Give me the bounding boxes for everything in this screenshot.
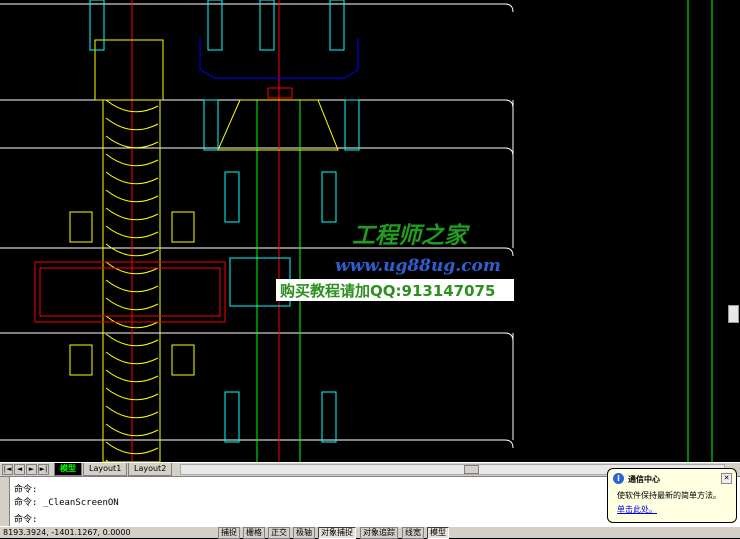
plate-corner [504,247,514,257]
tab-layout1[interactable]: Layout1 [83,463,128,476]
balloon-link[interactable]: 单击此处。 [617,504,657,515]
bearing [171,344,195,376]
nut-outline [34,261,226,323]
plate-corner [504,99,514,109]
plate-corner [504,3,514,13]
first-tab-icon[interactable]: |◄ [2,464,13,475]
balloon-title: 通信中心 [628,475,660,484]
tab-model[interactable]: 模型 [54,463,82,476]
bolt [329,0,345,51]
otrack-toggle[interactable]: 对象追踪 [360,527,398,539]
next-tab-icon[interactable]: ► [26,464,37,475]
bearing [69,211,93,243]
watermark-url: www.ug88ug.com [335,256,501,276]
drawing-canvas[interactable]: 工程师之家 www.ug88ug.com 购买教程请加QQ:913147075 [0,0,740,462]
last-tab-icon[interactable]: ►| [38,464,49,475]
command-line-1: 命令: [14,485,38,495]
watermark-contact: 购买教程请加QQ:913147075 [276,279,514,301]
grid-toggle[interactable]: 栅格 [243,527,265,539]
status-bar: 8193.3924, -1401.1267, 0.0000 捕捉 栅格 正交 极… [0,526,740,539]
prev-tab-icon[interactable]: ◄ [14,464,25,475]
polar-toggle[interactable]: 极轴 [293,527,315,539]
vertical-scrollbar[interactable] [726,0,740,462]
bolt [224,391,240,443]
bolt [344,99,360,151]
close-icon[interactable]: ✕ [721,473,732,484]
bearing [171,211,195,243]
plate-corner [504,147,514,157]
command-prompt[interactable]: 命令: [14,512,37,525]
info-icon: i [613,473,624,484]
bolt [259,0,275,51]
screw-head [94,39,164,101]
lineweight-toggle[interactable]: 线宽 [402,527,424,539]
bolt [203,99,219,151]
watermark-title: 工程师之家 [352,222,467,249]
communication-center-balloon[interactable]: i 通信中心 ✕ 使软件保持最新的简单方法。 单击此处。 [607,468,737,523]
vertical-scroll-thumb[interactable] [728,305,739,323]
bolt [321,391,337,443]
plate-corner [504,332,514,342]
bolt [224,171,240,223]
bolt [207,0,223,51]
balloon-message: 使软件保持最新的简单方法。 [617,491,721,500]
coordinate-readout: 8193.3924, -1401.1267, 0.0000 [3,528,131,537]
cone [217,99,339,151]
snap-toggle[interactable]: 捕捉 [218,527,240,539]
tab-layout2[interactable]: Layout2 [128,463,173,476]
osnap-toggle[interactable]: 对象捕捉 [318,527,356,539]
command-window-grip[interactable] [0,477,10,527]
bolt [89,0,105,51]
command-line-2: 命令: _CleanScreenON [14,498,119,508]
model-toggle[interactable]: 模型 [427,527,449,539]
bearing [69,344,93,376]
horizontal-scroll-thumb[interactable] [464,465,479,474]
bolt [321,171,337,223]
watermark-contact-text: 购买教程请加QQ:913147075 [280,282,496,300]
marker [267,87,293,99]
plate-corner [504,439,514,449]
ortho-toggle[interactable]: 正交 [268,527,290,539]
